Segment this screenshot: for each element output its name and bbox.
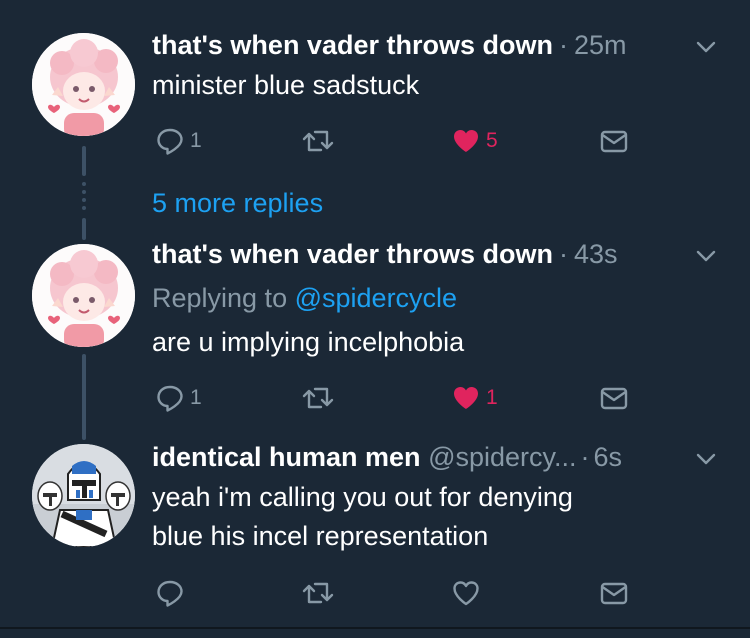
reply-count: 1 — [190, 129, 202, 152]
reply-button[interactable] — [155, 576, 190, 610]
bottom-divider — [0, 627, 750, 629]
tweet-text: are u implying incelphobia — [152, 323, 464, 362]
chevron-down-icon[interactable] — [692, 242, 720, 270]
retweet-icon — [302, 130, 334, 152]
chevron-down-icon[interactable] — [692, 445, 720, 473]
display-name[interactable]: that's when vader throws down — [152, 239, 553, 269]
timestamp[interactable]: 25m — [574, 30, 627, 60]
retweet-icon — [302, 387, 334, 409]
envelope-icon — [600, 582, 628, 605]
reply-count: 1 — [190, 386, 202, 409]
timestamp[interactable]: 6s — [594, 442, 623, 472]
thread-line-mid-top — [82, 218, 86, 240]
dm-button[interactable] — [599, 124, 629, 158]
like-button[interactable] — [451, 576, 486, 610]
tweet-text: minister blue sadstuck — [152, 66, 419, 105]
pink-haired-anime-avatar-icon — [32, 33, 135, 136]
separator: · — [558, 239, 568, 269]
reply-icon — [157, 128, 183, 155]
retweet-button[interactable] — [301, 124, 340, 158]
dm-button[interactable] — [599, 381, 629, 415]
tweet-text-line: minister blue sadstuck — [152, 70, 420, 100]
separator: · — [580, 442, 590, 472]
tweet-header: that's when vader throws down · 43s — [152, 237, 618, 271]
envelope-icon — [600, 387, 628, 410]
chevron-down-icon[interactable] — [692, 33, 720, 61]
heart-icon — [454, 130, 478, 152]
avatar[interactable] — [32, 33, 135, 136]
tweet-text-line: yeah i'm calling you out for denying — [152, 482, 573, 512]
like-count: 1 — [486, 386, 498, 409]
display-name[interactable]: that's when vader throws down — [152, 30, 553, 60]
reply-icon — [157, 580, 183, 607]
retweet-button[interactable] — [301, 381, 340, 415]
replying-to: Replying to @spidercycle — [152, 279, 457, 318]
tweet-text-line: blue his incel representation — [152, 521, 489, 551]
reply-icon — [157, 385, 183, 412]
tweet-actions: 1 1 — [0, 381, 750, 415]
tweet-text-line: are u implying incelphobia — [152, 327, 465, 357]
separator: · — [558, 30, 568, 60]
more-replies-link[interactable]: 5 more replies — [152, 186, 323, 220]
retweet-icon — [302, 582, 334, 604]
user-handle[interactable]: @spidercy... — [428, 442, 576, 472]
clone-trooper-avatar-icon — [32, 444, 135, 547]
replying-to-label: Replying to — [152, 283, 288, 313]
pink-haired-anime-avatar-icon — [32, 244, 135, 347]
like-button[interactable]: 1 — [451, 381, 498, 415]
dm-button[interactable] — [599, 576, 629, 610]
tweet-actions — [0, 576, 750, 610]
envelope-icon — [600, 130, 628, 153]
retweet-button[interactable] — [301, 576, 340, 610]
like-button[interactable]: 5 — [451, 124, 498, 158]
tweet-actions: 1 5 — [0, 124, 750, 158]
tweet-header: that's when vader throws down · 25m — [152, 28, 627, 62]
avatar[interactable] — [32, 444, 135, 547]
heart-icon — [454, 387, 478, 409]
tweet-text: yeah i'm calling you out for denying blu… — [152, 478, 573, 556]
like-count: 5 — [486, 129, 498, 152]
replying-to-mention[interactable]: @spidercycle — [295, 283, 457, 313]
reply-button[interactable]: 1 — [155, 381, 202, 415]
tweet-header: identical human men @spidercy... · 6s — [152, 440, 622, 474]
avatar[interactable] — [32, 244, 135, 347]
timestamp[interactable]: 43s — [574, 239, 618, 269]
reply-button[interactable]: 1 — [155, 124, 202, 158]
thread-dots — [81, 182, 87, 214]
display-name[interactable]: identical human men — [152, 442, 421, 472]
heart-icon — [453, 581, 479, 606]
